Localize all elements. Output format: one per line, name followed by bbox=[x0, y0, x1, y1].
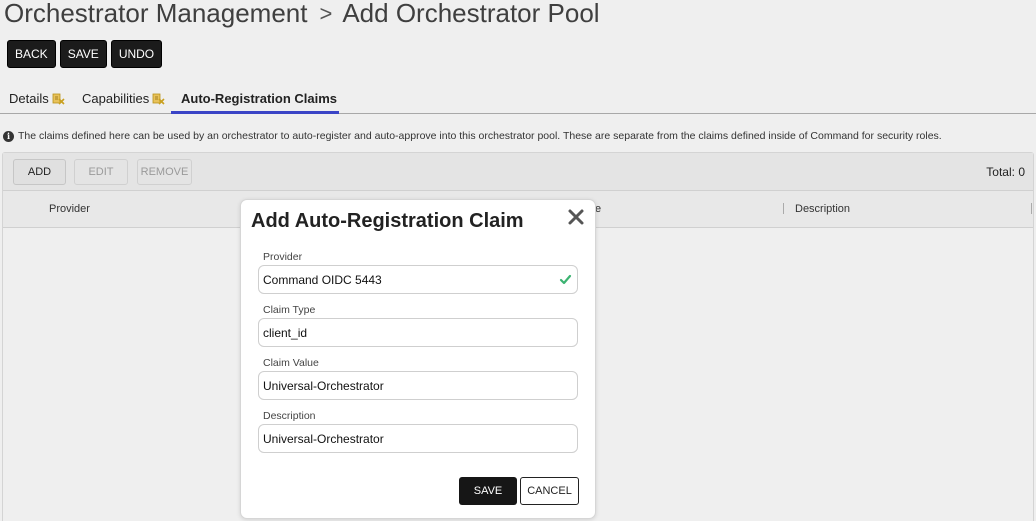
column-divider[interactable] bbox=[783, 203, 784, 214]
save-button[interactable]: SAVE bbox=[59, 40, 107, 68]
tab-bar: Details Capabilities Auto-Registration C… bbox=[0, 86, 1036, 114]
tab-details-label: Details bbox=[9, 91, 49, 106]
description-value: Universal-Orchestrator bbox=[263, 431, 384, 446]
column-header-description[interactable]: Description bbox=[795, 203, 850, 215]
add-claim-dialog: Add Auto-Registration Claim Provider Com… bbox=[240, 199, 596, 519]
info-icon: i bbox=[3, 130, 14, 142]
claim-type-input[interactable]: client_id bbox=[258, 318, 578, 347]
breadcrumb-separator: > bbox=[319, 0, 333, 26]
active-tab-indicator bbox=[171, 111, 339, 114]
total-count: Total: 0 bbox=[986, 165, 1025, 179]
claim-type-value: client_id bbox=[263, 325, 308, 340]
dialog-save-button[interactable]: SAVE bbox=[459, 477, 517, 505]
grid-toolbar: ADD EDIT REMOVE Total: 0 bbox=[3, 153, 1033, 191]
back-button[interactable]: BACK bbox=[7, 40, 56, 68]
provider-select[interactable]: Command OIDC 5443 bbox=[258, 265, 578, 294]
info-message: i The claims defined here can be used by… bbox=[3, 130, 942, 142]
check-icon bbox=[559, 274, 572, 285]
info-text: The claims defined here can be used by a… bbox=[18, 130, 942, 142]
page-toolbar: BACK SAVE UNDO bbox=[7, 40, 163, 68]
tab-details[interactable]: Details bbox=[9, 91, 65, 106]
provider-value: Command OIDC 5443 bbox=[263, 272, 382, 287]
breadcrumb-section: Orchestrator Management bbox=[4, 0, 308, 28]
undo-button[interactable]: UNDO bbox=[110, 40, 163, 68]
claim-type-label: Claim Type bbox=[263, 304, 316, 316]
tab-auto-registration-claims[interactable]: Auto-Registration Claims bbox=[181, 91, 337, 106]
claim-value-value: Universal-Orchestrator bbox=[263, 378, 384, 393]
description-label: Description bbox=[263, 410, 316, 422]
close-icon[interactable] bbox=[567, 208, 585, 226]
column-header-provider[interactable]: Provider bbox=[49, 203, 90, 215]
provider-label: Provider bbox=[263, 251, 303, 263]
breadcrumb: Orchestrator Management > Add Orchestrat… bbox=[4, 0, 600, 29]
column-divider[interactable] bbox=[1031, 203, 1032, 214]
page-title: Add Orchestrator Pool bbox=[342, 0, 600, 28]
tab-capabilities-label: Capabilities bbox=[82, 91, 150, 106]
warning-badge-icon bbox=[152, 93, 165, 105]
warning-badge-icon bbox=[52, 93, 65, 105]
tab-auto-registration-claims-label: Auto-Registration Claims bbox=[181, 91, 338, 106]
claim-value-input[interactable]: Universal-Orchestrator bbox=[258, 371, 578, 400]
dialog-title: Add Auto-Registration Claim bbox=[251, 210, 524, 232]
edit-button[interactable]: EDIT bbox=[74, 159, 128, 185]
dialog-cancel-button[interactable]: CANCEL bbox=[520, 477, 579, 505]
claim-value-label: Claim Value bbox=[263, 357, 319, 369]
remove-button[interactable]: REMOVE bbox=[137, 159, 192, 185]
description-input[interactable]: Universal-Orchestrator bbox=[258, 424, 578, 453]
tab-capabilities[interactable]: Capabilities bbox=[82, 91, 165, 106]
add-button[interactable]: ADD bbox=[13, 159, 66, 185]
